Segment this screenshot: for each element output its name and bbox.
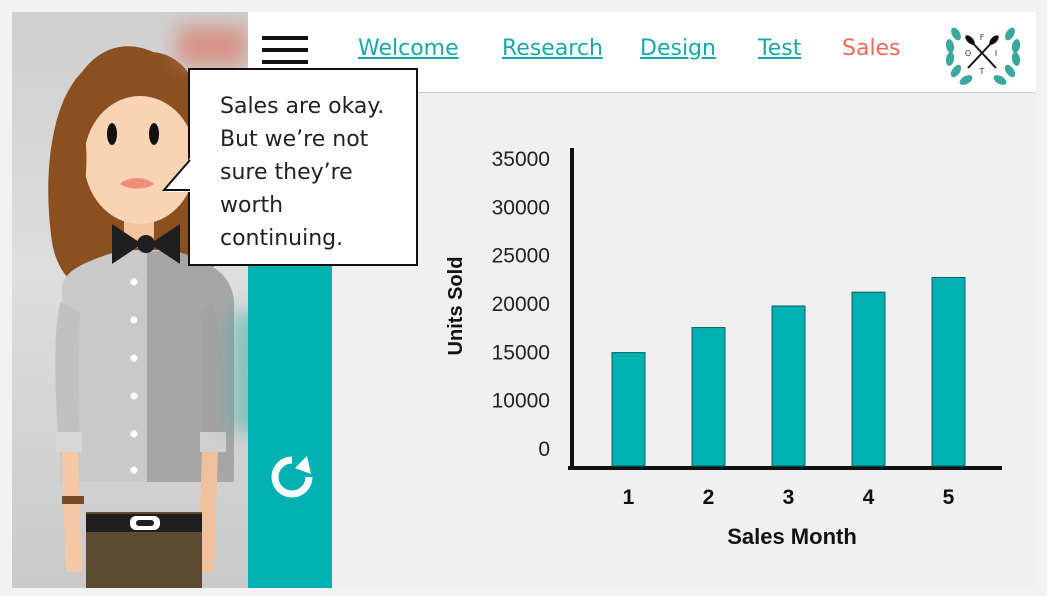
- bar: [771, 305, 806, 467]
- y-tick-label: 10000: [492, 390, 550, 413]
- background-blur: [232, 312, 248, 432]
- x-tick-label: 5: [943, 486, 955, 509]
- sales-bar-chart: 0 10000 15000 20000 25000 30000 35000 1 2 3 4 5 Sale…: [445, 148, 1002, 549]
- menu-icon: [262, 36, 308, 64]
- y-tick-label: 25000: [492, 245, 550, 268]
- bar: [931, 277, 966, 467]
- y-tick-label: 20000: [492, 293, 550, 316]
- y-tick-label: 35000: [492, 148, 550, 171]
- background-blur: [177, 26, 247, 66]
- x-tick-label: 4: [863, 486, 875, 509]
- x-tick-label: 3: [783, 486, 795, 509]
- x-tick-label: 2: [703, 486, 715, 509]
- speech-bubble-tail: [162, 158, 191, 192]
- nav-link-design[interactable]: Design: [640, 36, 716, 61]
- nav-link-sales[interactable]: Sales: [842, 36, 901, 61]
- logo-letter: T: [979, 67, 985, 76]
- nav-link-test[interactable]: Test: [758, 36, 801, 61]
- y-tick-label: 0: [538, 438, 550, 461]
- laurel-oars-logo: F O I T: [945, 27, 1021, 85]
- logo-letter: O: [965, 49, 971, 58]
- slide-frame: Welcome Research Design Test Sales F O I…: [12, 12, 1036, 588]
- refresh-icon: [271, 456, 313, 498]
- x-tick-label: 1: [623, 486, 635, 509]
- y-axis-label: Units Sold: [445, 257, 467, 356]
- bar: [851, 291, 886, 467]
- nav-link-research[interactable]: Research: [502, 36, 603, 61]
- logo-letter: I: [995, 49, 997, 58]
- refresh-button[interactable]: [267, 452, 317, 502]
- y-tick-label: 15000: [492, 341, 550, 364]
- nav-link-welcome[interactable]: Welcome: [358, 36, 459, 61]
- menu-button[interactable]: [262, 36, 308, 64]
- bar: [691, 327, 726, 467]
- logo-letter: F: [980, 33, 985, 42]
- x-axis-label: Sales Month: [727, 524, 857, 549]
- y-tick-label: 30000: [492, 196, 550, 219]
- bar: [611, 352, 646, 467]
